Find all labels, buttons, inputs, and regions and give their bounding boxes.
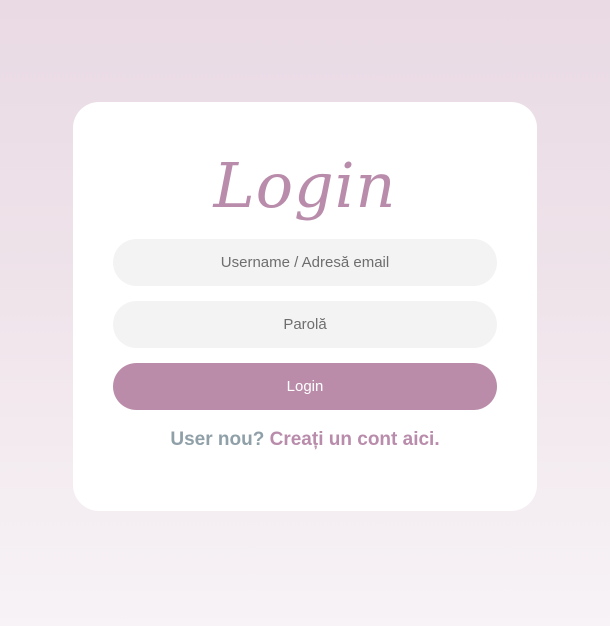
login-card: Login Login User nou? Creați un cont aic… [73,102,537,511]
new-user-prompt: User nou? [170,429,265,450]
login-button[interactable]: Login [113,363,497,410]
signup-prompt-row: User nou? Creați un cont aici. [73,429,537,451]
create-account-link[interactable]: Creați un cont aici. [270,429,440,450]
login-title: Login [213,149,397,222]
password-input[interactable] [113,301,497,348]
username-email-input[interactable] [113,239,497,286]
